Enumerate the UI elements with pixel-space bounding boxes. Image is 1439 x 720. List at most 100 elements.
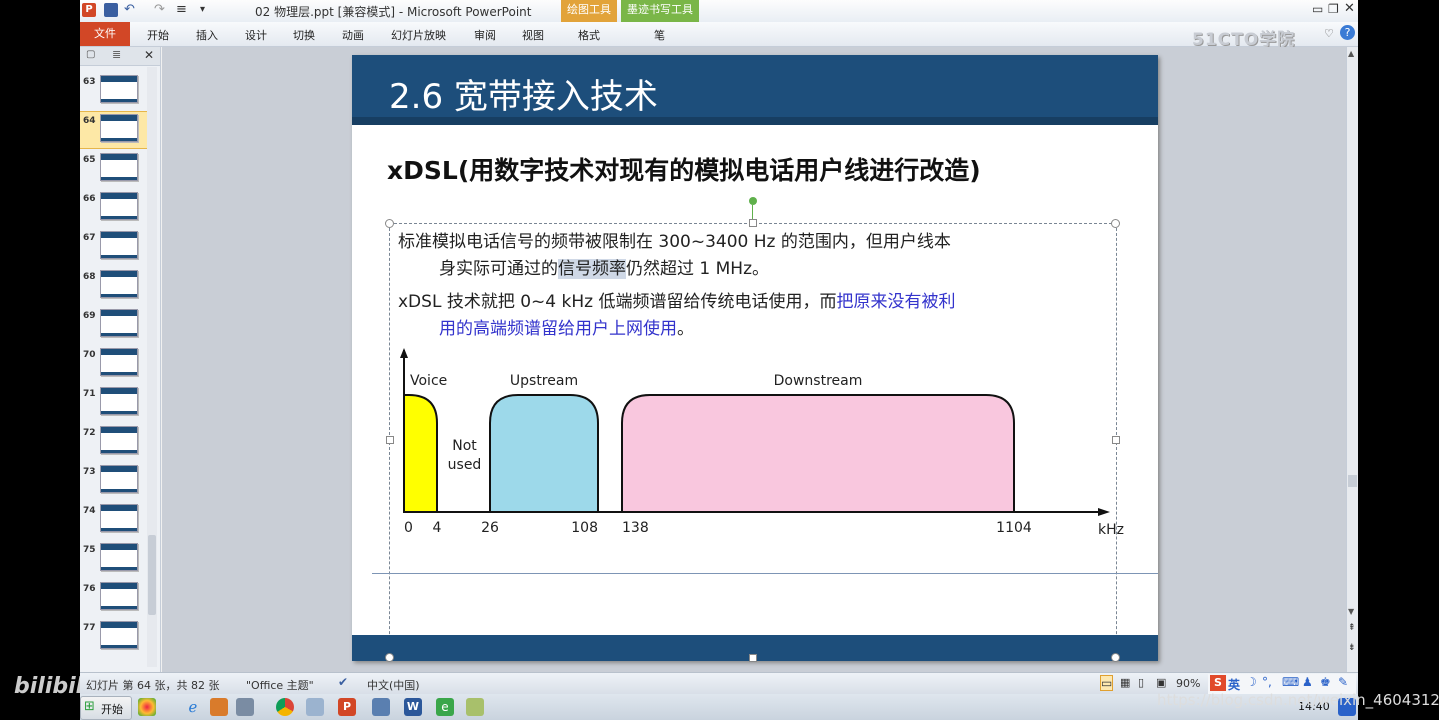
rotation-handle[interactable] <box>749 197 757 205</box>
bullets-icon[interactable]: ≡ <box>176 3 190 17</box>
resize-handle-bm[interactable] <box>749 654 757 662</box>
thumbnail-image <box>100 270 138 298</box>
band-label: Downstream <box>774 373 863 389</box>
save-icon[interactable] <box>104 3 118 17</box>
y-axis-arrow <box>400 348 408 358</box>
reading-view-icon[interactable]: ▯ <box>1138 676 1144 689</box>
resize-handle-br[interactable] <box>1111 653 1120 662</box>
resize-handle-tm[interactable] <box>749 219 757 227</box>
tab-transitions[interactable]: 切换 <box>293 27 315 43</box>
app-icon-10[interactable]: e <box>436 698 454 716</box>
highlighted-text: 信号频率 <box>558 259 626 279</box>
thumbnail-slide[interactable]: 64 <box>80 111 151 149</box>
normal-view-icon[interactable]: ▭ <box>1100 675 1114 691</box>
band-shape <box>403 394 438 513</box>
powerpoint-task-icon[interactable]: P <box>338 698 356 716</box>
app-icon-3[interactable] <box>210 698 228 716</box>
scroll-up-icon[interactable]: ▲ <box>1348 49 1354 58</box>
word-icon[interactable]: W <box>404 698 422 716</box>
slide-subtitle[interactable]: xDSL(用数字技术对现有的模拟电话用户线进行改造) <box>387 151 981 187</box>
tab-home[interactable]: 开始 <box>147 27 169 43</box>
ime-tools-icon[interactable]: ✎ <box>1338 675 1348 689</box>
thumbnail-slide[interactable]: 66 <box>80 190 150 226</box>
help-icon[interactable]: ? <box>1340 25 1355 40</box>
scroll-down-icon[interactable]: ▼ <box>1348 607 1354 616</box>
slides-view-icon[interactable]: ▢ <box>86 49 95 60</box>
powerpoint-window: P ↶ ↷ ≡ ▾ 02 物理层.ppt [兼容模式] - Microsoft … <box>80 0 1358 720</box>
customize-qat-icon[interactable]: ▾ <box>200 3 214 17</box>
thumbnail-slide[interactable]: 75 <box>80 541 150 577</box>
thumbnail-slide[interactable]: 74 <box>80 502 150 538</box>
vertical-scrollbar[interactable]: ▲ ▼ ⇞ ⇟ <box>1346 47 1358 672</box>
redo-icon[interactable]: ↷ <box>154 3 168 17</box>
ie-icon[interactable]: ℯ <box>184 698 202 716</box>
resize-handle-bl[interactable] <box>385 653 394 662</box>
ime-punct-icon[interactable]: °, <box>1262 675 1272 689</box>
next-slide-icon[interactable]: ⇟ <box>1348 643 1356 653</box>
scroll-thumb[interactable] <box>1348 475 1357 487</box>
restore-icon[interactable]: ❐ <box>1328 2 1339 16</box>
file-tab[interactable]: 文件 <box>80 22 130 46</box>
scroll-thumb[interactable] <box>148 535 156 615</box>
thumbnail-slide[interactable]: 67 <box>80 229 150 265</box>
spell-check-icon[interactable]: ✔ <box>338 675 348 689</box>
tab-slideshow[interactable]: 幻灯片放映 <box>391 27 446 43</box>
chrome-icon[interactable] <box>276 698 294 716</box>
ime-keyboard-icon[interactable]: ⌨ <box>1282 675 1299 689</box>
minimize-icon[interactable]: ▭ <box>1312 2 1323 16</box>
outline-view-icon[interactable]: ≣ <box>112 48 121 61</box>
zoom-level[interactable]: 90% <box>1176 677 1200 690</box>
app-icon-1[interactable] <box>138 698 156 716</box>
paragraph-1-line-2[interactable]: 身实际可通过的信号频率仍然超过 1 MHz。 <box>439 255 769 283</box>
slide-header-bar: 2.6 宽带接入技术 <box>352 55 1158 125</box>
thumbnail-slide[interactable]: 68 <box>80 268 150 304</box>
thumbnail-slide[interactable]: 77 <box>80 619 150 655</box>
thumbnail-slide[interactable]: 65 <box>80 151 150 187</box>
close-panel-icon[interactable]: ✕ <box>144 48 154 62</box>
paragraph-1-line-1[interactable]: 标准模拟电话信号的频带被限制在 300~3400 Hz 的范围内，但用户线本 <box>398 228 951 256</box>
thumbnail-number: 69 <box>83 311 96 321</box>
thumbnail-slide[interactable]: 63 <box>80 73 150 109</box>
resize-handle-tr[interactable] <box>1111 219 1120 228</box>
slide-sorter-icon[interactable]: ▦ <box>1120 676 1130 689</box>
thumbnail-slide[interactable]: 71 <box>80 385 150 421</box>
tab-view[interactable]: 视图 <box>522 27 544 43</box>
undo-icon[interactable]: ↶ <box>124 3 138 17</box>
sogou-icon[interactable]: S <box>1210 675 1226 691</box>
language-indicator[interactable]: 中文(中国) <box>367 677 420 693</box>
tab-design[interactable]: 设计 <box>245 27 267 43</box>
thumbnail-image <box>100 426 138 454</box>
theme-name[interactable]: "Office 主题" <box>246 677 314 693</box>
prev-slide-icon[interactable]: ⇞ <box>1348 623 1356 633</box>
start-button[interactable]: ⊞ 开始 <box>80 696 132 720</box>
window-title: 02 物理层.ppt [兼容模式] - Microsoft PowerPoint <box>255 5 532 19</box>
thumbnail-slide[interactable]: 70 <box>80 346 150 382</box>
app-icon-8[interactable] <box>372 698 390 716</box>
tab-format[interactable]: 格式 <box>578 27 600 43</box>
app-icon-11[interactable] <box>466 698 484 716</box>
tab-pen[interactable]: 笔 <box>654 27 665 43</box>
tab-insert[interactable]: 插入 <box>196 27 218 43</box>
ribbon-tabs: 开始 插入 设计 切换 动画 幻灯片放映 审阅 视图 格式 笔 51CTO学院 … <box>80 22 1358 50</box>
p2-line2-blue: 用的高端频谱留给用户上网使用 <box>439 319 677 339</box>
thumbnail-slide[interactable]: 69 <box>80 307 150 343</box>
thumbnail-scrollbar[interactable] <box>147 67 157 667</box>
ime-moon-icon[interactable]: ☽ <box>1246 675 1257 689</box>
tab-animations[interactable]: 动画 <box>342 27 364 43</box>
minimize-ribbon-icon[interactable]: ♡ <box>1324 27 1334 40</box>
thumbnail-slide[interactable]: 73 <box>80 463 150 499</box>
ime-user-icon[interactable]: ♟ <box>1302 675 1313 689</box>
app-icon-4[interactable] <box>236 698 254 716</box>
paragraph-2-line-2[interactable]: 用的高端频谱留给用户上网使用。 <box>439 315 694 343</box>
thumbnail-slide[interactable]: 72 <box>80 424 150 460</box>
resize-handle-tl[interactable] <box>385 219 394 228</box>
slideshow-icon[interactable]: ▣ <box>1156 676 1166 689</box>
close-icon[interactable]: ✕ <box>1344 1 1355 16</box>
ime-skin-icon[interactable]: ♚ <box>1320 675 1331 689</box>
slide-title[interactable]: 2.6 宽带接入技术 <box>389 69 658 118</box>
app-icon-6[interactable] <box>306 698 324 716</box>
x-tick-label: 26 <box>481 520 499 536</box>
thumbnail-slide[interactable]: 76 <box>80 580 150 616</box>
tab-review[interactable]: 审阅 <box>474 27 496 43</box>
paragraph-2-line-1[interactable]: xDSL 技术就把 0~4 kHz 低端频谱留给传统电话使用，而把原来没有被利 <box>398 288 955 316</box>
